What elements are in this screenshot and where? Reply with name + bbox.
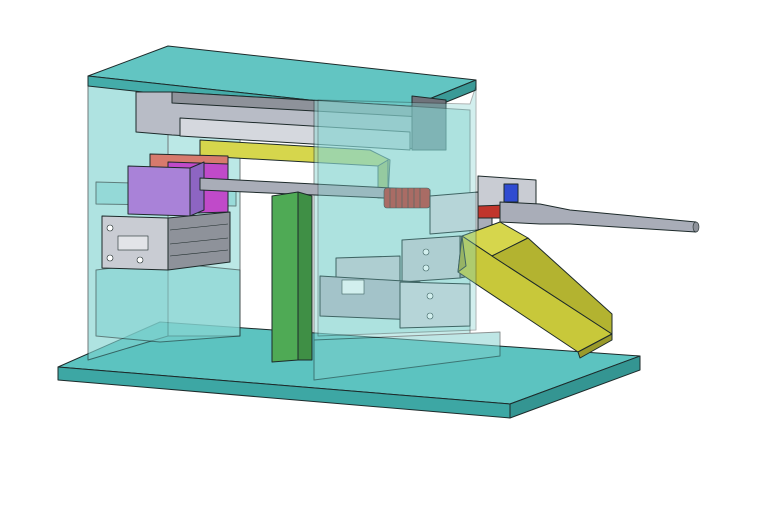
compact-cylinder-left <box>101 211 231 271</box>
cad-assembly-viewport <box>57 45 700 419</box>
vertical-pillar <box>271 191 313 363</box>
nozzle-shaft <box>499 201 700 233</box>
right-glass-panel <box>317 85 477 337</box>
